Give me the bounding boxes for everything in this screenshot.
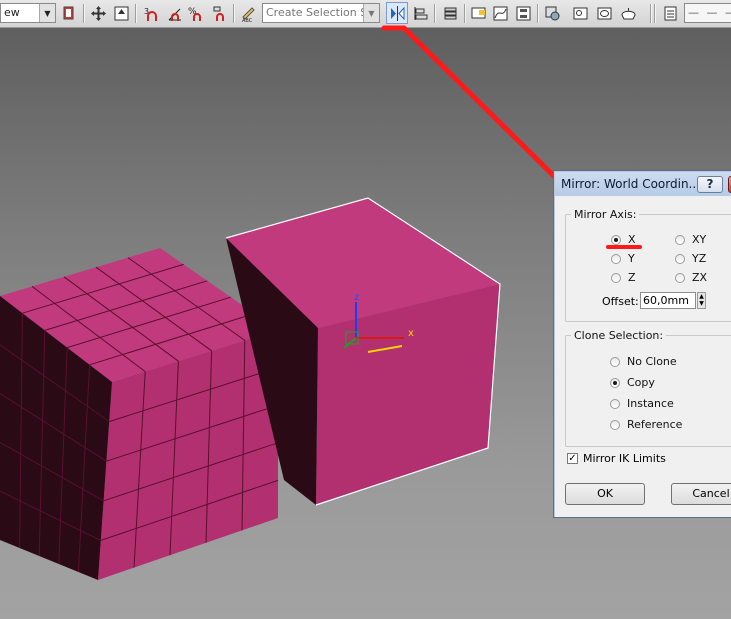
radio-dot — [675, 234, 685, 245]
select-link-icon[interactable] — [59, 3, 79, 23]
layers-icon[interactable] — [660, 3, 680, 23]
reference-label: Reference — [627, 418, 683, 431]
reference-coordinate-value: ew — [4, 6, 20, 19]
offset-label: Offset: — [602, 295, 639, 308]
dialog-body: Mirror Axis: X XY Y YZ Z ZX Offset: 60,0… — [555, 197, 731, 517]
svg-text:%: % — [188, 7, 197, 17]
gizmo-z-label: z — [354, 292, 360, 303]
radio-dot — [610, 356, 620, 367]
axis-zx-label: ZX — [692, 271, 708, 284]
rendered-frame-icon[interactable] — [594, 3, 614, 23]
ok-button[interactable]: OK — [565, 483, 645, 505]
axis-zx-radio[interactable]: ZX — [675, 271, 707, 284]
align-icon[interactable] — [410, 3, 430, 23]
axis-y-radio[interactable]: Y — [611, 252, 635, 265]
named-selection-set-combo[interactable]: Create Selection Se ▼ — [262, 3, 380, 23]
layer-manager-icon[interactable] — [440, 3, 460, 23]
radio-dot — [611, 234, 621, 245]
radio-dot — [675, 253, 685, 264]
annotation-underline — [606, 245, 642, 249]
layer-combo-value: — — — — [688, 6, 731, 19]
help-button[interactable]: ? — [697, 176, 723, 193]
axis-yz-label: YZ — [692, 252, 707, 265]
layer-combo[interactable]: — — — — [684, 3, 731, 23]
mirror-ik-checkbox[interactable]: ✓ — [567, 453, 578, 464]
mirror-axis-group: Mirror Axis: X XY Y YZ Z ZX Offset: 60,0… — [565, 208, 731, 322]
move-icon[interactable] — [88, 3, 108, 23]
axis-y-label: Y — [628, 252, 635, 265]
mirror-axis-label: Mirror Axis: — [571, 208, 640, 221]
radio-dot — [675, 272, 685, 283]
material-editor-icon[interactable] — [542, 3, 562, 23]
radio-dot — [610, 419, 620, 430]
axis-yz-radio[interactable]: YZ — [675, 252, 706, 265]
edit-named-selection-icon[interactable]: ABC — [238, 3, 258, 23]
radio-dot — [611, 272, 621, 283]
radio-dot — [610, 398, 620, 409]
radio-dot — [611, 253, 621, 264]
offset-input[interactable]: 60,0mm — [640, 292, 696, 309]
snap-3-icon[interactable]: 3 — [141, 3, 161, 23]
instance-radio[interactable]: Instance — [610, 397, 674, 410]
clone-selection-label: Clone Selection: — [571, 329, 667, 342]
curve-editor-icon[interactable] — [490, 3, 510, 23]
chevron-down-icon: ▼ — [39, 4, 55, 22]
copy-radio[interactable]: Copy — [610, 376, 655, 389]
axis-z-label: Z — [628, 271, 636, 284]
schematic-view-icon[interactable] — [513, 3, 533, 23]
no-clone-label: No Clone — [627, 355, 677, 368]
axis-xy-label: XY — [692, 233, 707, 246]
render-setup-icon[interactable] — [570, 3, 590, 23]
instance-label: Instance — [627, 397, 674, 410]
clone-selection-group: Clone Selection: No Clone Copy Instance … — [565, 329, 731, 447]
percent-snap-icon[interactable]: % — [186, 3, 206, 23]
place-icon[interactable] — [111, 3, 131, 23]
gizmo-x-label: x — [408, 328, 414, 339]
subdivided-box — [0, 248, 279, 580]
main-toolbar: ew ▼ 3 % ABC Create Selection Se ▼ — — — [0, 0, 731, 28]
mirror-icon[interactable] — [386, 2, 408, 24]
toggle-ribbon-icon[interactable] — [468, 3, 488, 23]
render-icon[interactable] — [618, 3, 638, 23]
mirror-ik-label: Mirror IK Limits — [583, 452, 666, 465]
copy-label: Copy — [627, 376, 655, 389]
axis-xy-radio[interactable]: XY — [675, 233, 706, 246]
mirror-dialog: Mirror: World Coordin... ? Mirror Axis: … — [553, 170, 731, 518]
radio-dot — [610, 377, 620, 388]
angle-snap-icon[interactable] — [164, 3, 184, 23]
chevron-down-icon: ▼ — [363, 4, 379, 22]
cancel-button[interactable]: Cancel — [671, 483, 731, 505]
offset-spinner[interactable]: ▲ ▼ — [697, 292, 706, 309]
reference-radio[interactable]: Reference — [610, 418, 682, 431]
reference-coordinate-combo[interactable]: ew ▼ — [0, 3, 56, 23]
dialog-titlebar[interactable]: Mirror: World Coordin... ? — [555, 172, 731, 196]
spinner-snap-icon[interactable] — [209, 3, 229, 23]
dialog-title: Mirror: World Coordin... — [561, 177, 700, 191]
axis-z-radio[interactable]: Z — [611, 271, 636, 284]
named-selection-set-placeholder: Create Selection Se — [266, 6, 374, 19]
svg-text:ABC: ABC — [242, 18, 253, 22]
no-clone-radio[interactable]: No Clone — [610, 355, 677, 368]
